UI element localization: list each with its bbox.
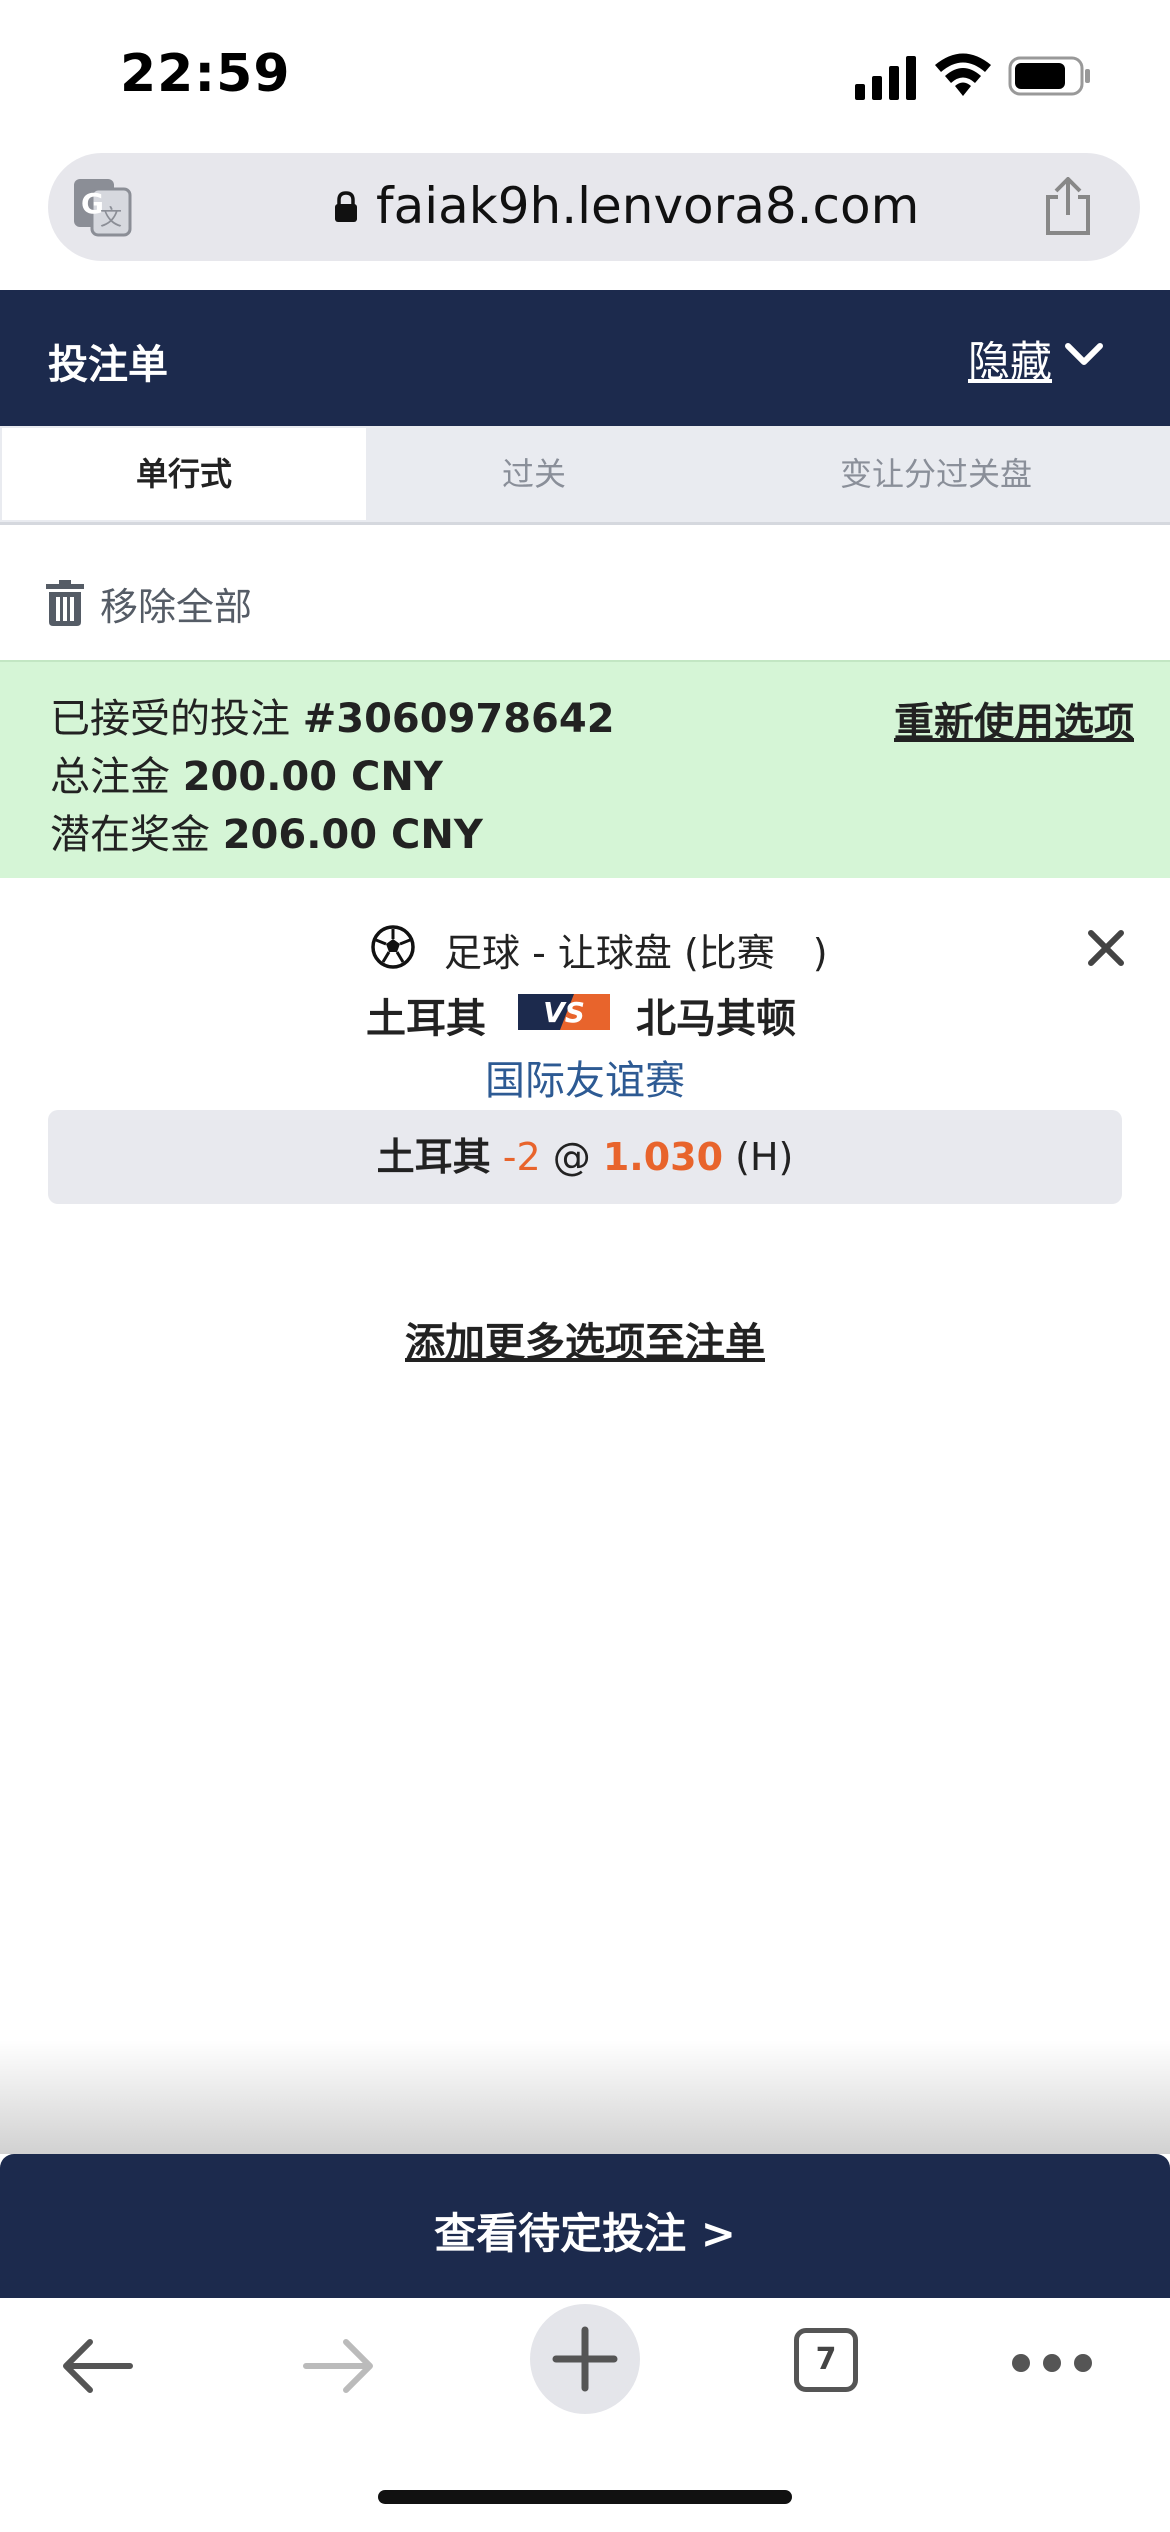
- svg-text:文: 文: [100, 206, 122, 231]
- tab-single[interactable]: 单行式: [2, 428, 366, 520]
- add-more-selections: 添加更多选项至注单: [0, 1310, 1170, 1368]
- tab-parlay[interactable]: 过关: [366, 426, 702, 522]
- pending-bets-label: 查看待定投注 >: [434, 2209, 736, 2258]
- hide-bet-slip-button[interactable]: 隐藏: [968, 328, 1052, 389]
- forward-arrow-icon[interactable]: [302, 2334, 378, 2398]
- at-sign: @: [552, 1135, 591, 1179]
- status-time: 22:59: [120, 44, 291, 104]
- share-icon[interactable]: [1040, 177, 1096, 237]
- total-stake-line: 总注金 200.00 CNY: [50, 744, 443, 802]
- tab-teaser[interactable]: 变让分过关盘: [702, 426, 1170, 522]
- potential-win-line: 潜在奖金 206.00 CNY: [50, 802, 483, 860]
- bet-slip-header: 投注单 隐藏: [0, 290, 1170, 426]
- sport-market-text: 足球 - 让球盘 (比赛 ): [444, 931, 828, 975]
- bet-slip-title: 投注单: [48, 342, 168, 388]
- chevron-down-icon[interactable]: [1064, 340, 1104, 370]
- away-team: 北马其顿: [636, 996, 796, 1042]
- total-stake-value: 200.00 CNY: [182, 754, 443, 800]
- url-text[interactable]: faiak9h.lenvora8.com: [376, 177, 919, 235]
- cellular-signal-icon: [855, 56, 916, 100]
- tabs-count-button[interactable]: 7: [794, 2328, 858, 2392]
- trash-icon: [46, 580, 84, 626]
- home-team: 土耳其: [366, 996, 486, 1042]
- more-options-icon[interactable]: [1010, 2352, 1094, 2374]
- accepted-bet-line: 已接受的投注 #3060978642: [50, 686, 615, 744]
- wifi-icon: [935, 53, 991, 96]
- remove-all-label: 移除全部: [100, 585, 253, 629]
- lock-icon: [335, 191, 357, 222]
- potential-win-value: 206.00 CNY: [222, 812, 483, 858]
- match-teams: 土耳其 VS 北马其顿: [0, 984, 1170, 1044]
- close-icon[interactable]: [1086, 928, 1126, 968]
- bottom-shadow: [0, 2040, 1170, 2154]
- bet-selection: 土耳其 -2 @ 1.030 (H): [48, 1110, 1122, 1204]
- accepted-bet-banner: 已接受的投注 #3060978642 重新使用选项 总注金 200.00 CNY…: [0, 660, 1170, 878]
- selection-handicap: -2: [502, 1135, 541, 1179]
- potential-win-label: 潜在奖金: [50, 812, 210, 858]
- bet-id: #3060978642: [302, 696, 615, 742]
- selection-side: (H): [735, 1135, 794, 1179]
- accepted-label: 已接受的投注: [50, 696, 290, 742]
- reuse-selections-button[interactable]: 重新使用选项: [894, 690, 1134, 748]
- add-more-link[interactable]: 添加更多选项至注单: [405, 1320, 765, 1366]
- selection-odds: 1.030: [602, 1135, 724, 1179]
- total-stake-label: 总注金: [50, 754, 170, 800]
- bet-type-tabs: 单行式 过关 变让分过关盘: [0, 426, 1170, 525]
- translate-icon[interactable]: G 文: [70, 175, 134, 239]
- battery-icon: [1008, 56, 1090, 96]
- soccer-ball-icon: [371, 925, 415, 969]
- address-bar[interactable]: G 文 faiak9h.lenvora8.com: [48, 153, 1140, 261]
- view-pending-bets-button[interactable]: 查看待定投注 >: [0, 2154, 1170, 2298]
- vs-label: VS: [543, 996, 585, 1029]
- selection-team: 土耳其: [376, 1135, 491, 1179]
- new-tab-button[interactable]: [530, 2304, 640, 2414]
- home-indicator: [378, 2490, 792, 2504]
- back-arrow-icon[interactable]: [58, 2334, 134, 2398]
- plus-icon: [552, 2326, 618, 2392]
- league-name: 国际友谊赛: [485, 1058, 685, 1104]
- status-bar: 22:59: [0, 0, 1170, 150]
- vs-badge: VS: [518, 994, 610, 1030]
